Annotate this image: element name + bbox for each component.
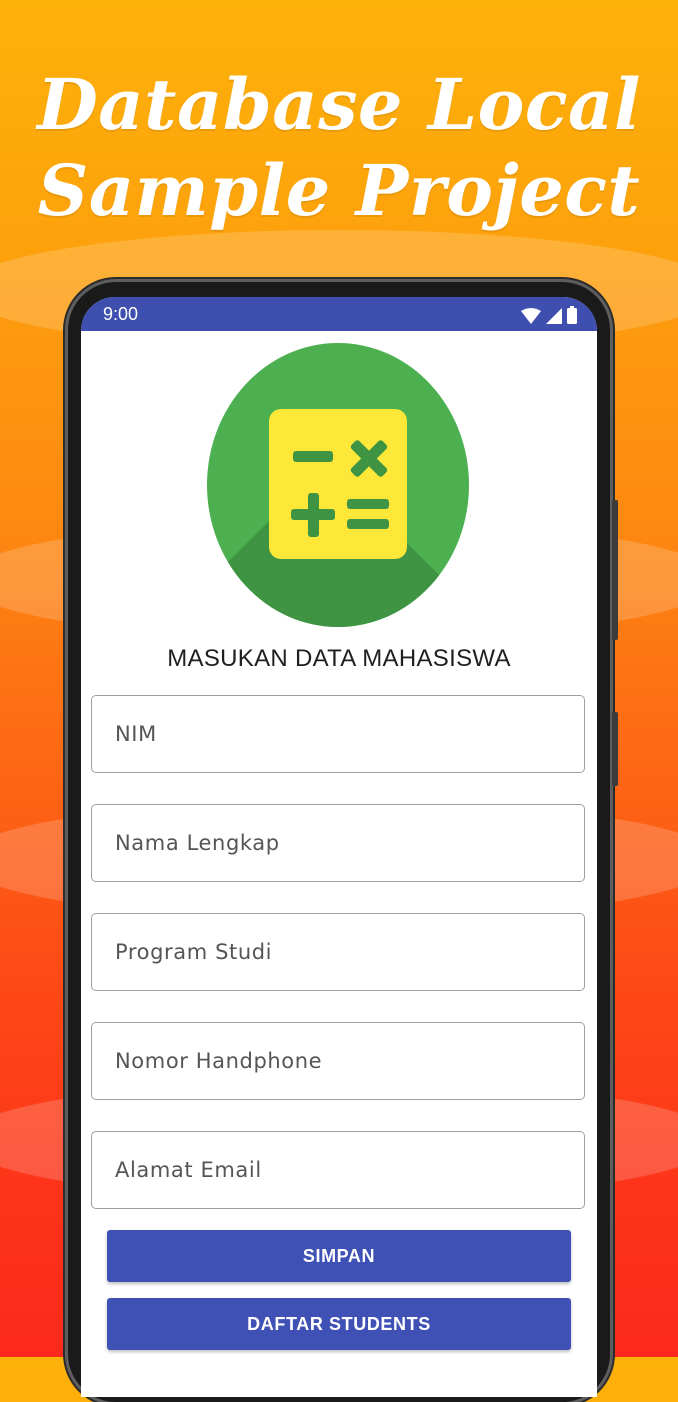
status-bar: 9:00 <box>81 297 597 331</box>
nim-input[interactable] <box>113 721 563 747</box>
promo-headline: Database Local Sample Project <box>0 62 678 234</box>
minus-sign <box>293 451 333 462</box>
wifi-icon <box>521 308 541 324</box>
plus-sign-vertical <box>307 493 319 537</box>
logo-card <box>269 409 407 559</box>
status-icons <box>521 306 577 324</box>
headline-line-2: Sample Project <box>37 149 641 232</box>
simpan-button[interactable]: SIMPAN <box>107 1230 571 1282</box>
daftar-students-button[interactable]: DAFTAR STUDENTS <box>107 1298 571 1350</box>
status-time: 9:00 <box>103 304 139 324</box>
nomor-handphone-input[interactable] <box>113 1048 563 1074</box>
battery-icon <box>567 306 577 324</box>
phone-frame: 9:00 MASUKAN DATA MAHASISWA NIM Nama Len… <box>68 282 618 1402</box>
phone-side-button <box>612 500 618 640</box>
headline-line-1: Database Local <box>37 63 641 146</box>
signal-icon <box>546 308 562 324</box>
nim-field[interactable] <box>91 695 585 773</box>
program-studi-field[interactable] <box>91 913 585 991</box>
nomor-handphone-field[interactable] <box>91 1022 585 1100</box>
equals-sign-bottom <box>347 519 389 529</box>
phone-screen: 9:00 MASUKAN DATA MAHASISWA NIM Nama Len… <box>81 297 597 1397</box>
nama-lengkap-field[interactable] <box>91 804 585 882</box>
nama-lengkap-input[interactable] <box>113 830 563 856</box>
equals-sign-top <box>347 499 389 509</box>
alamat-email-field[interactable] <box>91 1131 585 1209</box>
page-title: MASUKAN DATA MAHASISWA <box>167 645 511 672</box>
calculator-icon <box>207 343 469 627</box>
phone-side-button <box>612 712 618 786</box>
alamat-email-input[interactable] <box>113 1157 563 1183</box>
program-studi-input[interactable] <box>113 939 563 965</box>
